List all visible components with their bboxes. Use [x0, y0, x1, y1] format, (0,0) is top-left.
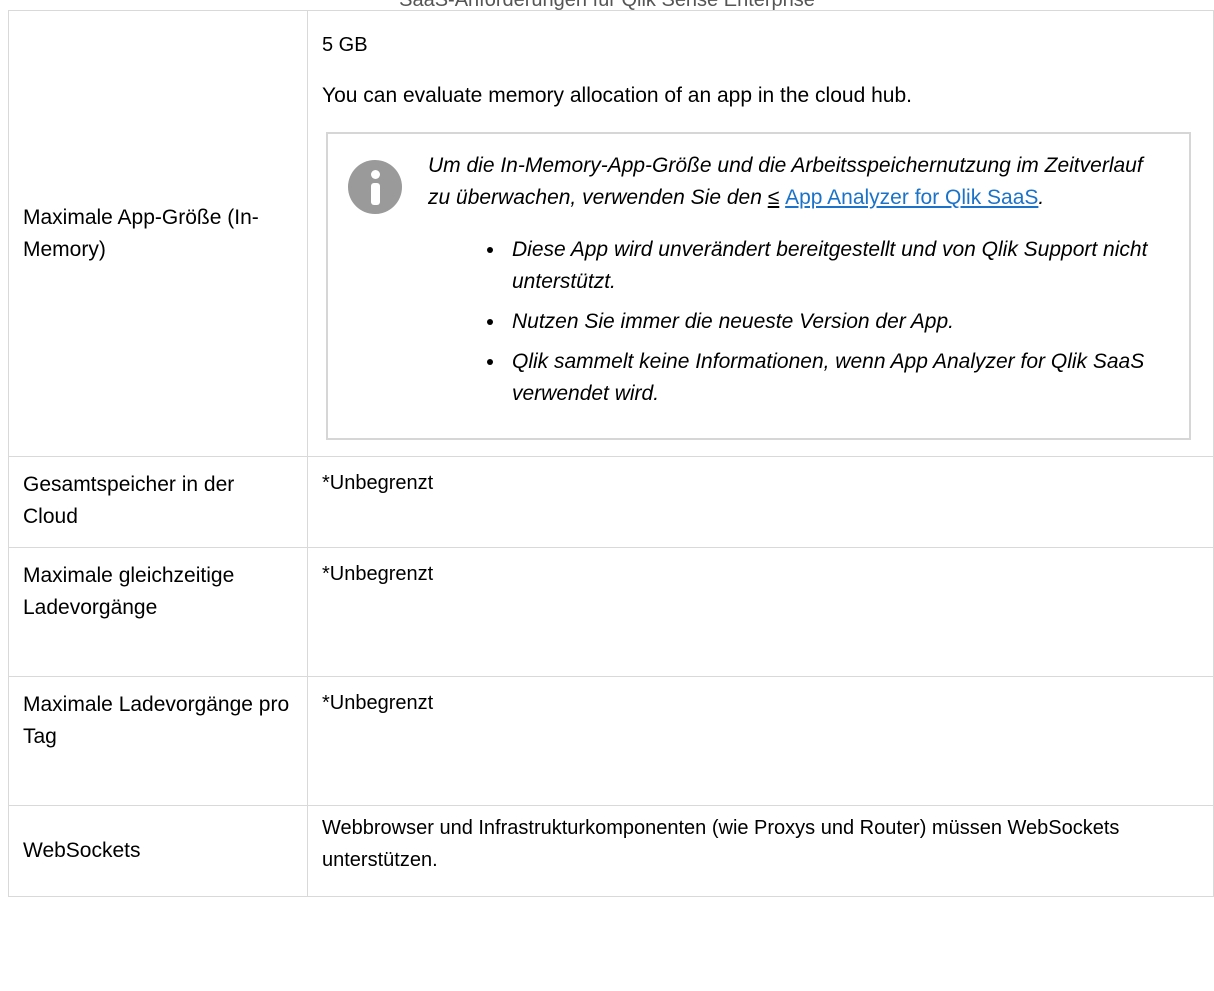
external-link-icon[interactable]: ≤	[768, 186, 780, 209]
row-value: 5 GB You can evaluate memory allocation …	[307, 10, 1214, 457]
note-body: Um die In-Memory-App-Größe und die Arbei…	[428, 150, 1169, 418]
info-note: Um die In-Memory-App-Größe und die Arbei…	[326, 132, 1191, 440]
running-header: SaaS-Anforderungen für Qlik Sense Enterp…	[399, 0, 815, 11]
note-text-after: .	[1038, 186, 1045, 209]
note-bullet-list: Diese App wird unverändert bereitgestell…	[428, 234, 1169, 410]
row-label: Gesamtspeicher in der Cloud	[8, 456, 308, 548]
row-value: *Unbegrenzt	[307, 676, 1214, 806]
info-icon	[348, 160, 402, 214]
row-label: Maximale Ladevorgänge pro Tag	[8, 676, 308, 806]
table-row: Maximale App-Größe (In-Memory) 5 GB You …	[8, 10, 1214, 457]
table-row: Maximale gleichzeitige Ladevorgänge *Unb…	[8, 547, 1214, 677]
requirements-table: Maximale App-Größe (In-Memory) 5 GB You …	[8, 10, 1214, 897]
row-label: WebSockets	[8, 805, 308, 897]
row-value: *Unbegrenzt	[307, 456, 1214, 548]
memory-evaluation-text: You can evaluate memory allocation of an…	[322, 84, 912, 107]
row-value: *Unbegrenzt	[307, 547, 1214, 677]
list-item: Qlik sammelt keine Informationen, wenn A…	[506, 346, 1169, 410]
list-item: Diese App wird unverändert bereitgestell…	[506, 234, 1169, 298]
table-row: Maximale Ladevorgänge pro Tag *Unbegrenz…	[8, 676, 1214, 806]
app-analyzer-link[interactable]: App Analyzer for Qlik SaaS	[785, 186, 1038, 209]
app-size-value: 5 GB	[322, 34, 368, 56]
row-label: Maximale gleichzeitige Ladevorgänge	[8, 547, 308, 677]
note-text: Um die In-Memory-App-Größe und die Arbei…	[428, 150, 1169, 214]
row-value: Webbrowser und Infrastrukturkomponenten …	[307, 805, 1214, 897]
row-label: Maximale App-Größe (In-Memory)	[8, 10, 308, 457]
table-row: Gesamtspeicher in der Cloud *Unbegrenzt	[8, 456, 1214, 548]
table-row: WebSockets Webbrowser und Infrastrukturk…	[8, 805, 1214, 897]
list-item: Nutzen Sie immer die neueste Version der…	[506, 306, 1169, 338]
